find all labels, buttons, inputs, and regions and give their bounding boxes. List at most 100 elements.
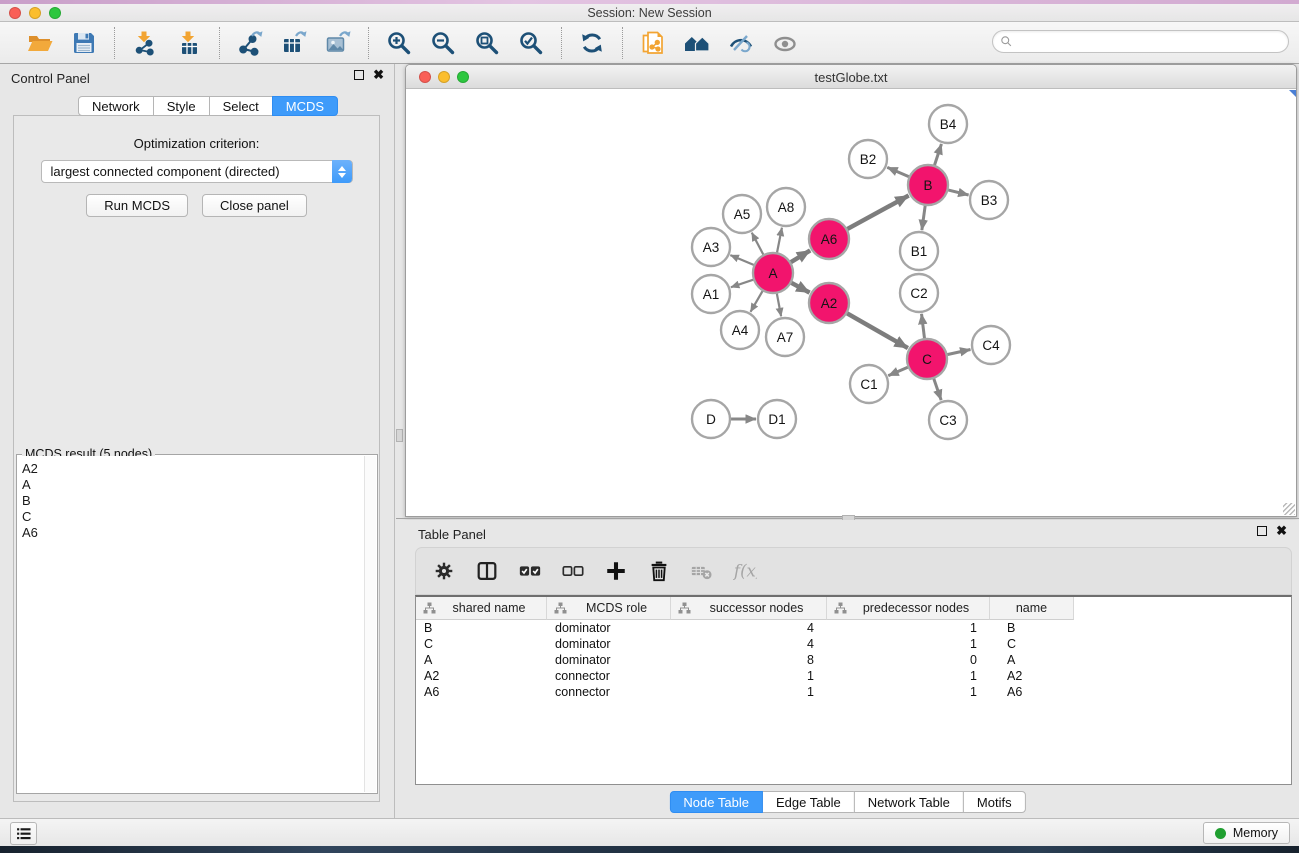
new-table-button[interactable] xyxy=(276,26,312,60)
table-cell[interactable] xyxy=(1074,684,1291,700)
tab-node-table[interactable]: Node Table xyxy=(669,791,763,813)
table-cell[interactable]: 1 xyxy=(827,668,990,684)
node-B3[interactable]: B3 xyxy=(970,181,1008,219)
node-A5[interactable]: A5 xyxy=(723,195,761,233)
edge-A-A6[interactable] xyxy=(790,250,810,262)
result-list-item[interactable]: A2 xyxy=(22,461,360,477)
node-A1[interactable]: A1 xyxy=(692,275,730,313)
tab-mcds[interactable]: MCDS xyxy=(272,96,338,116)
vertical-splitter-handle[interactable] xyxy=(396,429,403,442)
delete-table-button[interactable] xyxy=(688,557,716,585)
edge-A-A5[interactable] xyxy=(752,233,764,256)
deselect-all-button[interactable] xyxy=(559,557,587,585)
run-mcds-button[interactable]: Run MCDS xyxy=(86,194,188,217)
column-header-name[interactable]: name xyxy=(990,597,1074,620)
network-window-titlebar[interactable]: testGlobe.txt xyxy=(406,65,1296,89)
edge-A-A4[interactable] xyxy=(751,290,763,312)
export-image-button[interactable] xyxy=(320,26,356,60)
table-cell[interactable]: 1 xyxy=(827,620,990,636)
window-resize-grip[interactable] xyxy=(1283,503,1295,515)
edge-C-C4[interactable] xyxy=(947,349,971,354)
node-C1[interactable]: C1 xyxy=(850,365,888,403)
column-header-MCDS-role[interactable]: MCDS role xyxy=(547,597,671,620)
table-cell[interactable]: 1 xyxy=(671,684,827,700)
result-list-item[interactable]: C xyxy=(22,509,360,525)
result-list-item[interactable]: A6 xyxy=(22,525,360,541)
result-list-item[interactable]: B xyxy=(22,493,360,509)
table-cell[interactable]: 0 xyxy=(827,652,990,668)
edge-A-A8[interactable] xyxy=(777,228,782,254)
table-cell[interactable]: A2 xyxy=(416,668,547,684)
edge-A-A7[interactable] xyxy=(777,293,781,317)
edge-A-A1[interactable] xyxy=(731,279,754,287)
edge-B-B1[interactable] xyxy=(922,205,925,230)
graphics-details-button[interactable] xyxy=(723,26,759,60)
node-D[interactable]: D xyxy=(692,400,730,438)
table-cell[interactable] xyxy=(1074,620,1291,636)
node-A6[interactable]: A6 xyxy=(809,219,849,259)
edge-B-B2[interactable] xyxy=(887,167,909,177)
table-cell[interactable]: A xyxy=(416,652,547,668)
table-cell[interactable]: 1 xyxy=(827,636,990,652)
edge-A2-C[interactable] xyxy=(846,313,908,348)
refresh-view-button[interactable] xyxy=(574,26,610,60)
table-cell[interactable]: 4 xyxy=(671,636,827,652)
node-B[interactable]: B xyxy=(908,165,948,205)
node-A4[interactable]: A4 xyxy=(721,311,759,349)
open-session-file-button[interactable] xyxy=(635,26,671,60)
node-A3[interactable]: A3 xyxy=(692,228,730,266)
result-list-scrollbar[interactable] xyxy=(364,456,376,792)
memory-button[interactable]: Memory xyxy=(1203,822,1290,844)
import-network-button[interactable] xyxy=(127,26,163,60)
table-cell[interactable]: A xyxy=(990,652,1074,668)
table-row[interactable]: A2connector11A2 xyxy=(416,668,1291,684)
node-A[interactable]: A xyxy=(753,253,793,293)
table-cell[interactable]: C xyxy=(990,636,1074,652)
split-panel-button[interactable] xyxy=(473,557,501,585)
float-table-panel-icon[interactable] xyxy=(1257,526,1267,536)
close-table-panel-icon[interactable]: ✖ xyxy=(1276,526,1287,536)
edge-C-C2[interactable] xyxy=(922,314,925,339)
zoom-selected-button[interactable] xyxy=(513,26,549,60)
table-cell[interactable]: A6 xyxy=(990,684,1074,700)
zoom-in-button[interactable] xyxy=(381,26,417,60)
edge-C-C1[interactable] xyxy=(888,367,908,376)
table-cell[interactable]: connector xyxy=(547,684,671,700)
new-network-button[interactable] xyxy=(232,26,268,60)
table-cell[interactable]: 1 xyxy=(671,668,827,684)
tab-style[interactable]: Style xyxy=(153,96,210,116)
result-list-item[interactable]: A xyxy=(22,477,360,493)
close-panel-icon[interactable]: ✖ xyxy=(373,70,384,80)
table-cell[interactable] xyxy=(1074,652,1291,668)
table-cell[interactable]: dominator xyxy=(547,652,671,668)
save-session-button[interactable] xyxy=(66,26,102,60)
table-cell[interactable] xyxy=(1074,636,1291,652)
show-hide-panel-button[interactable] xyxy=(767,26,803,60)
task-history-button[interactable] xyxy=(10,822,37,845)
table-cell[interactable]: 4 xyxy=(671,620,827,636)
edge-C-C3[interactable] xyxy=(934,378,942,400)
add-column-button[interactable] xyxy=(602,557,630,585)
table-row[interactable]: A6connector11A6 xyxy=(416,684,1291,700)
table-cell[interactable]: 1 xyxy=(827,684,990,700)
tab-select[interactable]: Select xyxy=(209,96,273,116)
table-cell[interactable] xyxy=(1074,668,1291,684)
table-cell[interactable]: dominator xyxy=(547,620,671,636)
node-A2[interactable]: A2 xyxy=(809,283,849,323)
edge-A6-B[interactable] xyxy=(847,196,909,230)
node-C2[interactable]: C2 xyxy=(900,274,938,312)
search-input[interactable] xyxy=(992,30,1289,53)
column-header-predecessor-nodes[interactable]: predecessor nodes xyxy=(827,597,990,620)
network-canvas[interactable]: A5A8A6A3AA1A2A4A7B4B2BB3B1C2CC4C1C3DD1 xyxy=(406,90,1296,516)
edge-B-B4[interactable] xyxy=(934,144,941,166)
open-folder-button[interactable] xyxy=(22,26,58,60)
edge-A-A2[interactable] xyxy=(791,282,810,292)
table-cell[interactable]: C xyxy=(416,636,547,652)
close-panel-button[interactable]: Close panel xyxy=(202,194,307,217)
criterion-dropdown[interactable]: largest connected component (directed) xyxy=(41,160,353,183)
table-row[interactable]: Adominator80A xyxy=(416,652,1291,668)
node-B2[interactable]: B2 xyxy=(849,140,887,178)
float-panel-icon[interactable] xyxy=(354,70,364,80)
tab-edge-table[interactable]: Edge Table xyxy=(762,791,855,813)
node-A7[interactable]: A7 xyxy=(766,318,804,356)
